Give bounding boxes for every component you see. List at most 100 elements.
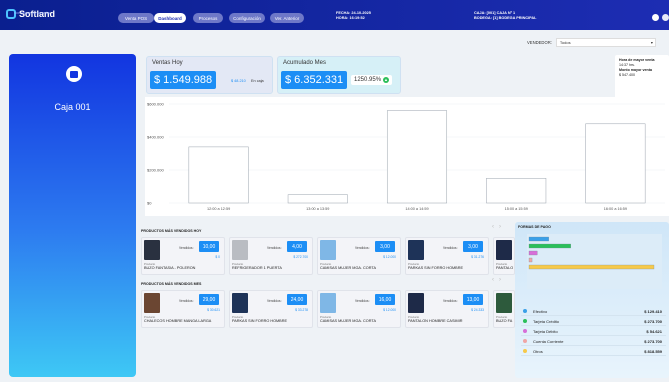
product-image [408, 240, 424, 260]
x-tick-label: 16:00 a 16:59 [604, 207, 627, 211]
payment-bar[interactable] [528, 257, 533, 263]
vendidos-label: Vendidos: [443, 246, 458, 250]
product-card[interactable]: Vendidos: 24,00 $ 33.278 Producto PARKAS SIN… [229, 290, 313, 328]
caja-title: Caja 001 [54, 102, 91, 112]
payment-value: $ 273.700 [644, 319, 662, 324]
chevron-left-icon[interactable]: ‹ [492, 277, 494, 283]
product-card[interactable]: Vendidos: 29,00 $ 30.621 Producto CHALECOS H… [141, 290, 225, 328]
chevron-left-icon[interactable]: ‹ [492, 224, 494, 230]
x-tick-label: 14:00 a 14:59 [405, 207, 428, 211]
payment-chart-svg [528, 236, 655, 270]
legend-dot-icon [523, 339, 527, 343]
payment-row[interactable]: Tarjeta Crédito $ 273.700 [521, 316, 666, 326]
ventas-hoy-card: Ventas Hoy $ 1.549.988 $ 48.210 En caja [146, 56, 273, 94]
vendidos-count: 29,00 [199, 294, 219, 305]
x-tick-label: 12:00 a 12:59 [207, 207, 230, 211]
product-name: REFRIGERADOR 1 PUERTA [232, 266, 282, 270]
nav-venta-pos[interactable]: Venta POS [118, 13, 154, 23]
y-tick-label: $200.000 [147, 168, 164, 173]
payment-value: $ 273.700 [644, 339, 662, 344]
vendor-select[interactable]: Todos ▾ [555, 38, 656, 47]
bar[interactable] [585, 123, 646, 204]
product-image [144, 293, 160, 313]
vendor-label: VENDEDOR: [527, 40, 552, 45]
vendidos-label: Vendidos: [355, 299, 370, 303]
chevron-right-icon[interactable]: › [499, 277, 501, 283]
user-icon[interactable] [652, 14, 659, 21]
payment-name: Efectivo [533, 309, 548, 314]
en-caja-label: En caja [251, 79, 264, 83]
nav-ver-anterior[interactable]: Ver. Anterior [270, 13, 304, 23]
payment-bar[interactable] [528, 264, 655, 270]
product-price: $ 30.621 [207, 308, 220, 312]
best-sale-info: Hora de mayor venta 14:37 hrs. Monto may… [615, 55, 669, 100]
cash-register-icon [66, 66, 82, 82]
payment-bar[interactable] [528, 243, 571, 249]
vendidos-count: 10,00 [199, 241, 219, 252]
bar[interactable] [486, 178, 547, 204]
payment-bar[interactable] [528, 236, 549, 242]
product-price: $ 33.278 [295, 308, 308, 312]
product-price: $ 0 [215, 255, 220, 259]
payment-row[interactable]: Efectivo $ 129.410 [521, 306, 666, 316]
vendidos-count: 4,00 [287, 241, 307, 252]
acumulado-pct-value: 1250.95% [354, 77, 382, 83]
vendidos-count: 13,00 [463, 294, 483, 305]
product-image [144, 240, 160, 260]
monto-mayor-value: $ 547.400 [619, 73, 635, 77]
product-price: $ 31.276 [471, 255, 484, 259]
payment-row[interactable]: Otros $ 818.559 [521, 346, 666, 356]
product-card[interactable]: Vendidos: 16,00 $ 12.000 Producto CAMISAS MU… [317, 290, 401, 328]
product-card[interactable]: Vendidos: 3,00 $ 31.276 Producto PARKAS SIN … [405, 237, 489, 275]
payment-name: Tarjeta Crédito [533, 319, 560, 324]
nav-procesos[interactable]: Procesos [193, 13, 223, 23]
products-month-title: PRODUCTOS MÁS VENDIDOS MES [141, 282, 202, 286]
product-name: CAMISAS MUJER MGA. CORTA [320, 319, 376, 323]
product-card[interactable]: Vendidos:ProductoPANTALO [493, 237, 515, 275]
product-card[interactable]: Vendidos: 4,00 $ 272.700 Producto REFRIGERAD… [229, 237, 313, 275]
product-image [496, 240, 512, 260]
products-today-arrows[interactable]: ‹ › [492, 224, 501, 230]
header-hora: HORA: 16:19:52 [336, 16, 365, 20]
bar[interactable] [188, 146, 249, 204]
logout-icon[interactable] [662, 14, 669, 21]
top-bar: Softland SOFTWARE DE GESTIÓN Venta POS D… [0, 0, 669, 30]
chevron-right-icon[interactable]: › [499, 224, 501, 230]
vendidos-label: Vendidos: [267, 299, 282, 303]
payment-row[interactable]: Tarjeta Débito $ 54.621 [521, 326, 666, 336]
bar[interactable] [287, 194, 348, 204]
acumulado-mes-title: Acumulado Mes [283, 60, 327, 66]
product-name: BUZO FANTASIA - POLERON [144, 266, 196, 270]
payment-value: $ 129.410 [644, 309, 662, 314]
acumulado-pct: 1250.95% ▲ [351, 75, 393, 85]
vendidos-label: Vendidos: [179, 299, 194, 303]
products-month-arrows[interactable]: ‹ › [492, 277, 501, 283]
product-card[interactable]: Vendidos:ProductoBUZO FA [493, 290, 515, 328]
product-price: $ 272.700 [293, 255, 308, 259]
product-card[interactable]: Vendidos: 10,00 $ 0 Producto BUZO FANTASIA -… [141, 237, 225, 275]
logo-subtitle: SOFTWARE DE GESTIÓN [14, 11, 51, 15]
product-image [232, 293, 248, 313]
product-image [496, 293, 512, 313]
legend-dot-icon [523, 329, 527, 333]
legend-dot-icon [523, 319, 527, 323]
payment-bar[interactable] [528, 250, 538, 256]
product-card[interactable]: Vendidos: 3,00 $ 12.000 Producto CAMISAS MUJ… [317, 237, 401, 275]
ventas-hoy-title: Ventas Hoy [152, 60, 183, 66]
nav-configuracion[interactable]: Configuración [229, 13, 265, 23]
y-tick-label: $400.000 [147, 135, 164, 140]
product-card[interactable]: Vendidos: 13,00 $ 24.333 Producto PANTALON H… [405, 290, 489, 328]
product-name: PARKAS SIN FORRO HOMBRE [408, 266, 463, 270]
payment-row[interactable]: Cuenta Corriente $ 273.700 [521, 336, 666, 346]
payment-methods-chart [527, 234, 662, 289]
bar[interactable] [386, 110, 448, 204]
product-price: $ 12.000 [383, 308, 396, 312]
vendidos-count: 24,00 [287, 294, 307, 305]
ventas-hoy-value: $ 1.549.988 [150, 71, 217, 89]
product-price: $ 12.000 [383, 255, 396, 259]
nav-dashboard[interactable]: Dashboard [154, 13, 186, 23]
legend-dot-icon [523, 309, 527, 313]
vendidos-label: Vendidos: [267, 246, 282, 250]
product-name: PANTALO [496, 266, 514, 270]
y-tick-label: $0 [147, 201, 152, 206]
